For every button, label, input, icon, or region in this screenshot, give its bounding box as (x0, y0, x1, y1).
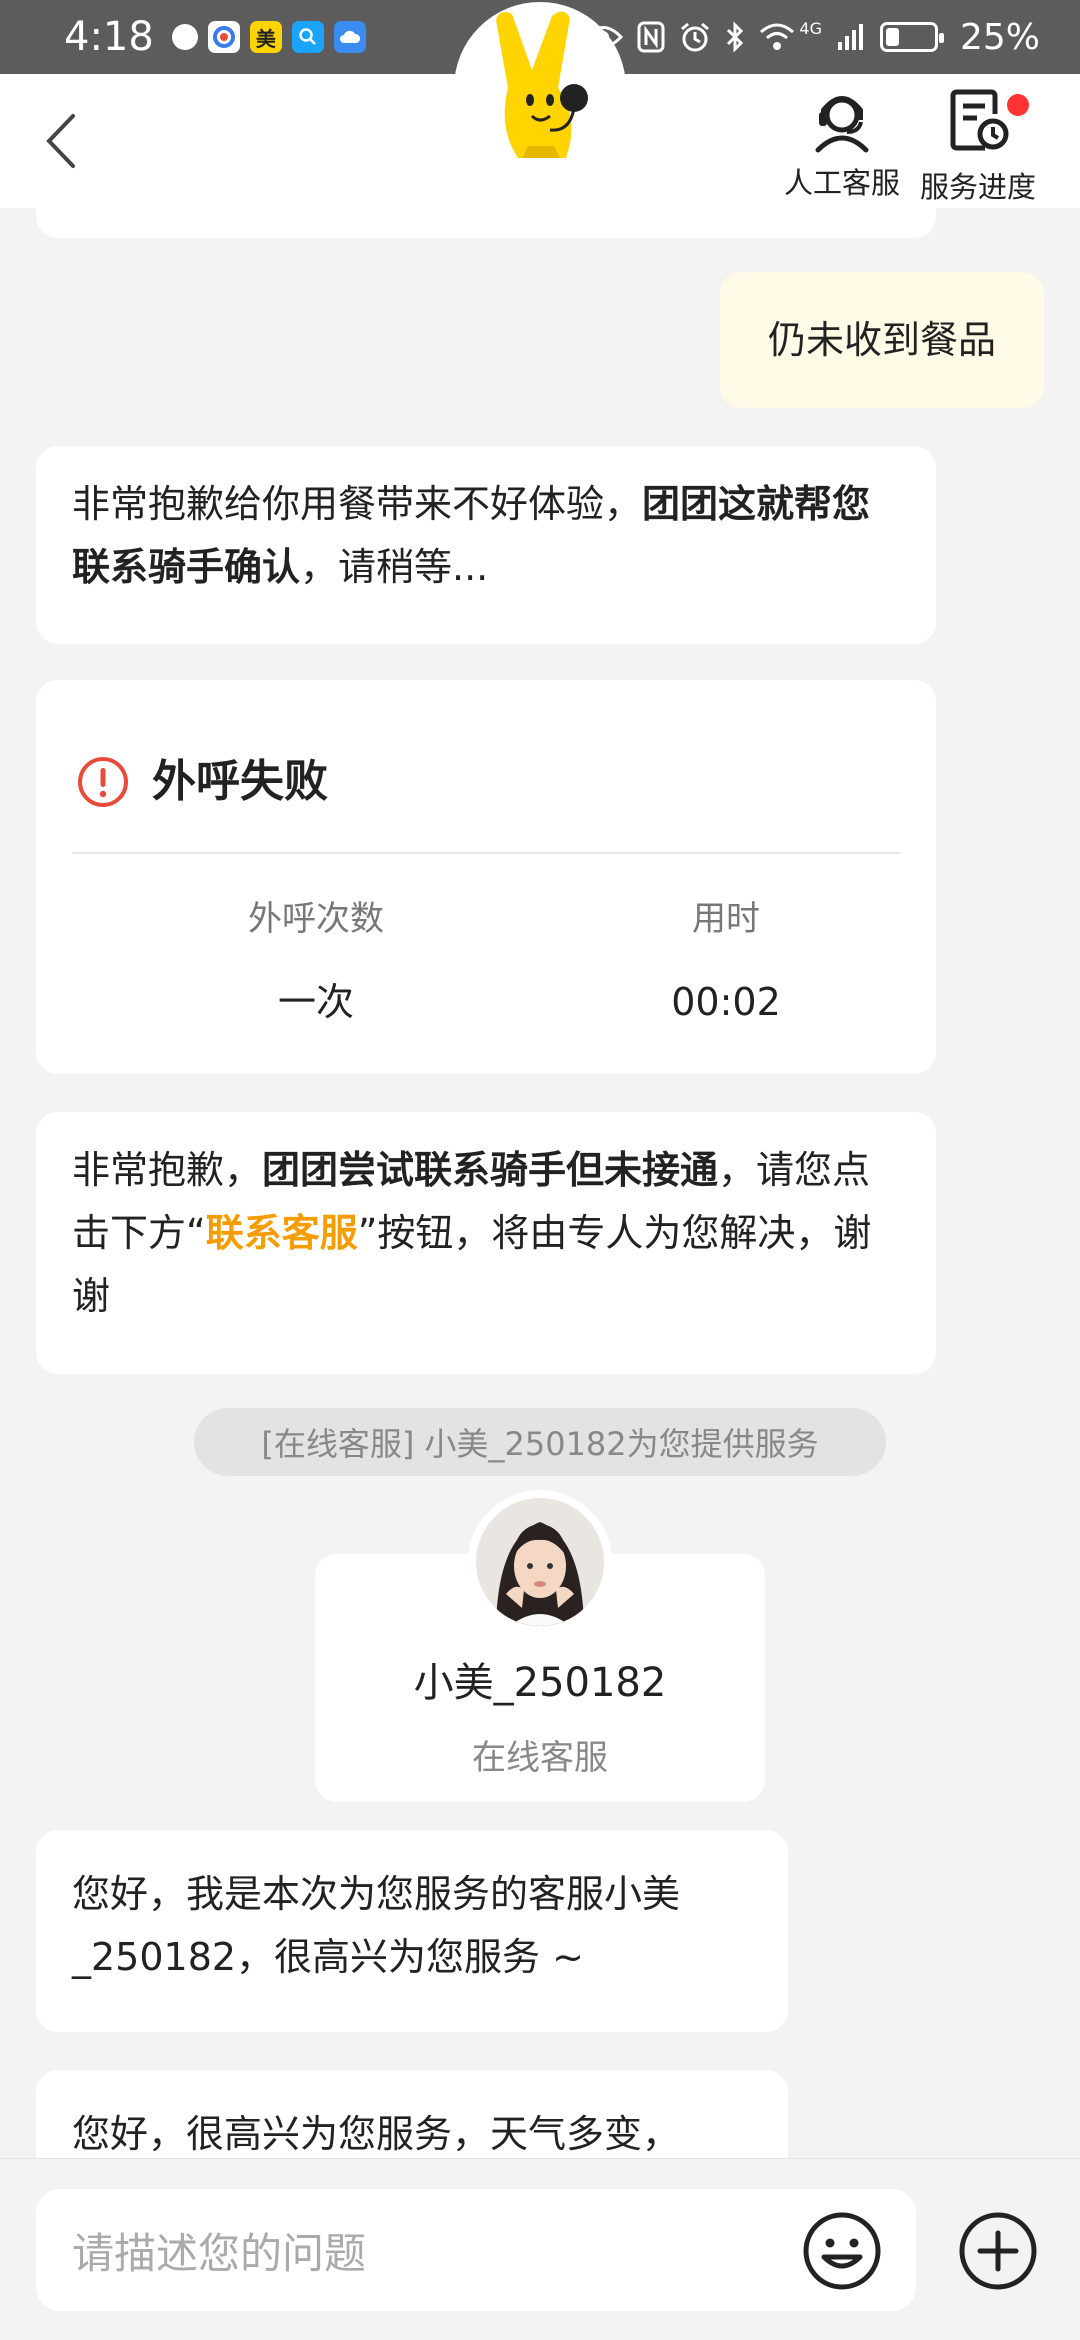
contact-service-link[interactable]: 联系客服 (206, 1211, 358, 1255)
alarm-icon (681, 22, 710, 52)
back-chevron-icon (46, 114, 75, 168)
call-result-card: 外呼失败 外呼次数 一次 用时 00:02 (36, 680, 936, 1074)
cloud-app-icon (333, 21, 366, 53)
card-divider (72, 852, 900, 854)
customer-service-button[interactable]: 人工客服 (784, 88, 900, 202)
call-duration-label: 用时 (692, 899, 760, 939)
agent-message-text: 您好，我是本次为您服务的客服小美_250182，很高兴为您服务 ~ (72, 1872, 681, 1979)
message-input-placeholder: 请描述您的问题 (72, 2228, 367, 2278)
bot-message-2-text: 非常抱歉， (72, 1148, 263, 1192)
emoji-button[interactable] (800, 2209, 884, 2293)
call-count-label: 外呼次数 (248, 899, 384, 939)
status-indicators: 4G 25% (583, 17, 1040, 58)
wifi-icon (760, 23, 795, 50)
color-app-icon (207, 21, 240, 53)
alert-icon (78, 756, 128, 807)
mascot-avatar (454, 2, 626, 174)
avatar[interactable] (468, 1490, 612, 1634)
user-message-bubble: 仍未收到餐品 (720, 272, 1044, 408)
agent-role: 在线客服 (472, 1738, 608, 1778)
agent-message-2-text: 您好，很高兴为您服务，天气多变， (72, 2112, 681, 2156)
input-area: 请描述您的问题 (0, 2158, 1080, 2340)
service-progress-button[interactable]: 服务进度 (920, 88, 1036, 206)
bot-message-2-bold: 团团尝试联系骑手但未接通 (262, 1148, 719, 1192)
user-message-text: 仍未收到餐品 (767, 317, 996, 362)
meituan-app-icon: 美 (249, 21, 282, 53)
chat-area[interactable]: 仍未收到餐品 非常抱歉给你用餐带来不好体验，团团这就帮您联系骑手确认，请稍等..… (0, 208, 1080, 2158)
call-result-header: 外呼失败 (76, 750, 328, 813)
call-count-stat: 外呼次数 一次 (176, 888, 456, 1034)
status-time: 4:18 (64, 14, 154, 60)
call-result-title: 外呼失败 (152, 756, 328, 807)
previous-message-bubble (36, 208, 936, 238)
battery-level (885, 28, 899, 46)
status-app-icons: 美 (171, 21, 366, 53)
signal-icon (837, 24, 863, 50)
agent-name: 小美_250182 (413, 1660, 667, 1706)
system-notice: [在线客服] 小美_250182为您提供服务 (194, 1408, 886, 1476)
bot-message-text-end: ，请稍等... (300, 545, 489, 589)
battery-percent: 25% (959, 16, 1040, 58)
search-app-icon (291, 21, 324, 53)
back-button[interactable] (30, 108, 90, 174)
agent-avatar-image (476, 1498, 604, 1626)
call-count-value: 一次 (277, 980, 354, 1024)
plus-icon (959, 2212, 1037, 2290)
service-progress-icon (950, 89, 1009, 151)
bot-message-bubble: 非常抱歉给你用餐带来不好体验，团团这就帮您联系骑手确认，请稍等... (36, 446, 936, 644)
bot-message-text: 非常抱歉给你用餐带来不好体验， (72, 482, 643, 526)
headset-icon (815, 96, 869, 153)
network-type: 4G (799, 18, 822, 38)
call-duration-stat: 用时 00:02 (586, 888, 866, 1034)
notification-dot (1007, 94, 1029, 116)
bot-message-bubble-2: 非常抱歉，团团尝试联系骑手但未接通，请您点击下方“联系客服”按钮，将由专人为您解… (36, 1112, 936, 1374)
service-progress-label: 服务进度 (920, 170, 1037, 204)
nfc-icon (637, 21, 665, 53)
battery-icon (879, 22, 944, 52)
call-duration-value: 00:02 (671, 980, 781, 1024)
emoji-icon (803, 2212, 881, 2290)
mascot-icon (496, 11, 588, 159)
message-input[interactable]: 请描述您的问题 (36, 2189, 916, 2311)
sound-app-icon (171, 24, 198, 50)
bluetooth-icon (727, 21, 744, 53)
more-button[interactable] (956, 2209, 1040, 2293)
agent-message-bubble: 您好，我是本次为您服务的客服小美_250182，很高兴为您服务 ~ (36, 1830, 788, 2032)
agent-message-bubble-2: 您好，很高兴为您服务，天气多变， (36, 2070, 788, 2158)
customer-service-label: 人工客服 (784, 166, 901, 200)
